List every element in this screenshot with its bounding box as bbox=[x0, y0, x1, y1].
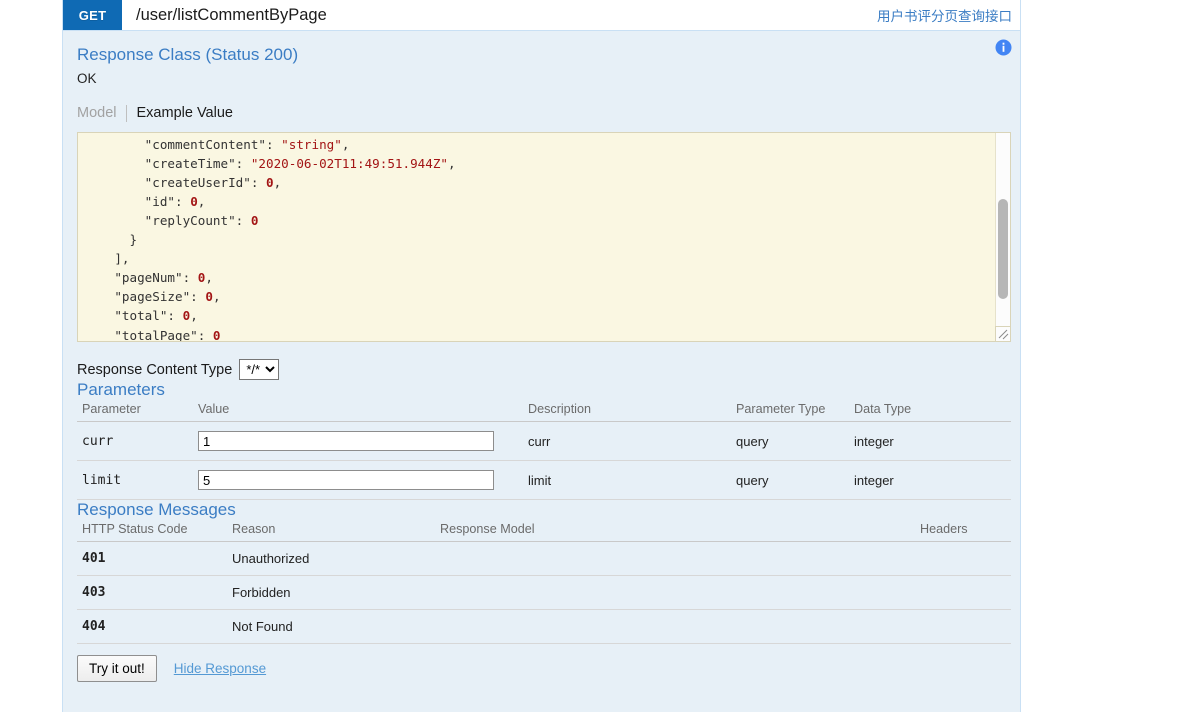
code-resize-handle[interactable] bbox=[995, 326, 1010, 341]
param-name: limit bbox=[77, 460, 193, 500]
param-data-type: integer bbox=[849, 421, 1011, 461]
th-http-status-code: HTTP Status Code bbox=[77, 520, 227, 542]
operation-footer: Try it out! Hide Response bbox=[77, 655, 1004, 694]
param-value-input[interactable] bbox=[198, 431, 494, 451]
param-type: query bbox=[731, 421, 849, 461]
operation-heading[interactable]: GET /user/listCommentByPage 用户书评分页查询接口 bbox=[63, 0, 1020, 31]
try-it-out-button[interactable]: Try it out! bbox=[77, 655, 157, 682]
th-parameter: Parameter bbox=[77, 400, 193, 422]
api-operation-panel: GET /user/listCommentByPage 用户书评分页查询接口 R… bbox=[62, 0, 1021, 712]
param-data-type: integer bbox=[849, 460, 1011, 500]
response-status-code: 401 bbox=[77, 541, 227, 576]
response-status-code: 403 bbox=[77, 575, 227, 610]
tab-example-value[interactable]: Example Value bbox=[127, 105, 233, 122]
parameters-header-row: Parameter Value Description Parameter Ty… bbox=[77, 400, 1011, 422]
table-row: currcurrqueryinteger bbox=[77, 421, 1011, 461]
param-value-input[interactable] bbox=[198, 470, 494, 490]
page-root: GET /user/listCommentByPage 用户书评分页查询接口 R… bbox=[0, 0, 1196, 712]
response-content-type-row: Response Content Type */* bbox=[77, 359, 1004, 380]
model-example-tabs: Model Example Value bbox=[77, 102, 1004, 124]
table-row: 401 Unauthorized bbox=[77, 541, 1011, 576]
th-parameter-type: Parameter Type bbox=[731, 400, 849, 422]
tab-model[interactable]: Model bbox=[77, 104, 127, 122]
example-value-code: "commentContent": "string", "createTime"… bbox=[114, 136, 456, 342]
response-headers bbox=[915, 575, 1011, 610]
response-status-code: 404 bbox=[77, 609, 227, 644]
response-content-type-label: Response Content Type bbox=[77, 361, 233, 378]
th-data-type: Data Type bbox=[849, 400, 1011, 422]
operation-summary: 用户书评分页查询接口 bbox=[877, 9, 1012, 25]
hide-response-link[interactable]: Hide Response bbox=[174, 661, 266, 676]
response-content-type-select[interactable]: */* bbox=[239, 359, 280, 380]
response-model bbox=[435, 541, 915, 576]
response-messages-table: HTTP Status Code Reason Response Model H… bbox=[77, 520, 1011, 644]
code-scrollbar-thumb[interactable] bbox=[998, 199, 1008, 299]
th-value: Value bbox=[193, 400, 523, 422]
th-response-model: Response Model bbox=[435, 520, 915, 542]
th-headers: Headers bbox=[915, 520, 1011, 542]
parameters-title: Parameters bbox=[77, 380, 165, 399]
response-status-text: OK bbox=[77, 71, 97, 86]
response-headers bbox=[915, 609, 1011, 644]
param-value-cell bbox=[193, 460, 523, 500]
example-value-code-box[interactable]: "commentContent": "string", "createTime"… bbox=[77, 132, 1011, 342]
http-method-badge: GET bbox=[63, 0, 122, 30]
response-messages-title: Response Messages bbox=[77, 500, 236, 519]
param-description: limit bbox=[523, 460, 731, 500]
th-reason: Reason bbox=[227, 520, 435, 542]
response-reason: Not Found bbox=[227, 609, 435, 644]
code-scrollbar[interactable] bbox=[995, 133, 1010, 341]
operation-path[interactable]: /user/listCommentByPage bbox=[122, 0, 877, 30]
param-name: curr bbox=[77, 421, 193, 461]
response-model bbox=[435, 609, 915, 644]
operation-content: Response Class (Status 200) OK Model Exa… bbox=[63, 31, 1020, 694]
response-reason: Forbidden bbox=[227, 575, 435, 610]
param-description: curr bbox=[523, 421, 731, 461]
parameters-table: Parameter Value Description Parameter Ty… bbox=[77, 400, 1011, 500]
table-row: 403 Forbidden bbox=[77, 575, 1011, 610]
table-row: 404 Not Found bbox=[77, 609, 1011, 644]
response-messages-header-row: HTTP Status Code Reason Response Model H… bbox=[77, 520, 1011, 542]
table-row: limitlimitqueryinteger bbox=[77, 460, 1011, 500]
param-value-cell bbox=[193, 421, 523, 461]
response-class-title: Response Class (Status 200) bbox=[77, 45, 299, 64]
info-circle-icon[interactable] bbox=[995, 39, 1012, 56]
param-type: query bbox=[731, 460, 849, 500]
th-description: Description bbox=[523, 400, 731, 422]
response-model bbox=[435, 575, 915, 610]
response-reason: Unauthorized bbox=[227, 541, 435, 576]
response-headers bbox=[915, 541, 1011, 576]
